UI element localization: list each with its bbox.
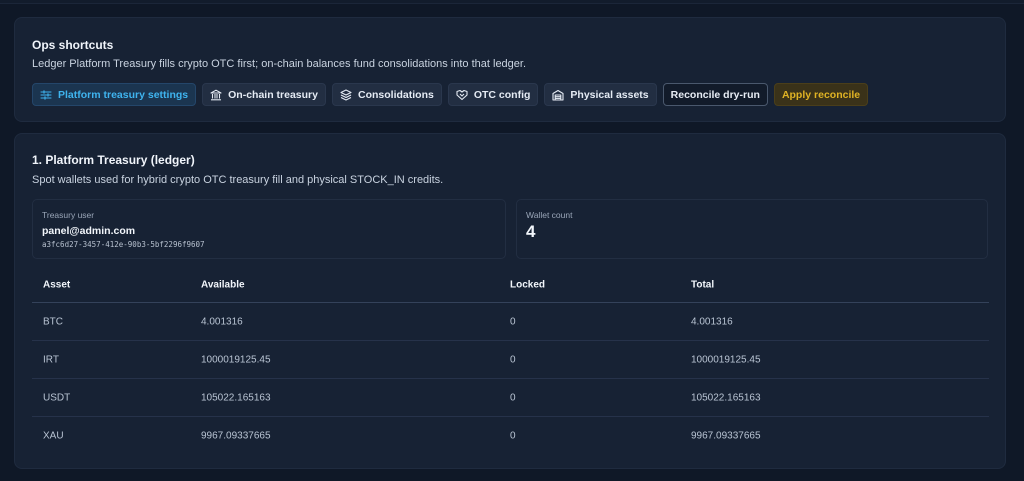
available-cell: 4.001316 [201, 316, 243, 327]
wallet-table: Asset Available Locked Total BTC 4.00131… [32, 267, 989, 455]
total-cell: 4.001316 [691, 316, 733, 327]
reconcile-dry-run-button[interactable]: Reconcile dry-run [662, 83, 768, 106]
total-cell: 105022.165163 [691, 392, 761, 403]
platform-treasury-settings-button[interactable]: Platform treasury settings [32, 83, 197, 106]
wallet-count-panel: Wallet count 4 [516, 199, 988, 259]
treasury-user-id: a3fc6d27-3457-412e-90b3-5bf2296f9607 [42, 240, 205, 249]
locked-cell: 0 [510, 392, 516, 403]
apply-reconcile-label: Apply reconcile [781, 88, 861, 101]
locked-cell: 0 [510, 430, 516, 442]
treasury-user-email: panel@admin.com [42, 225, 136, 237]
locked-cell: 0 [510, 316, 516, 327]
column-header-asset: Asset [43, 279, 71, 290]
otc-config-button[interactable]: OTC config [447, 83, 539, 106]
available-cell: 9967.09337665 [201, 430, 271, 442]
apply-reconcile-button[interactable]: Apply reconcile [773, 83, 869, 106]
column-header-total: Total [691, 279, 715, 290]
consolidations-label: Consolidations [358, 88, 434, 101]
consolidations-button[interactable]: Consolidations [332, 83, 442, 106]
physical-assets-button[interactable]: Physical assets [544, 83, 657, 106]
wallet-count-value: 4 [526, 222, 536, 241]
table-row: BTC 4.001316 0 4.001316 [32, 303, 989, 341]
asset-cell: BTC [43, 316, 63, 327]
table-row: USDT 105022.165163 0 105022.165163 [32, 379, 989, 417]
treasury-user-panel: Treasury user panel@admin.com a3fc6d27-3… [32, 199, 506, 259]
total-cell: 1000019125.45 [691, 354, 761, 365]
wallet-count-label: Wallet count [526, 210, 573, 220]
platform-treasury-card: 1. Platform Treasury (ledger) Spot walle… [14, 133, 1006, 469]
total-cell: 9967.09337665 [691, 430, 761, 442]
platform-treasury-title: 1. Platform Treasury (ledger) [32, 153, 195, 167]
table-row: IRT 1000019125.45 0 1000019125.45 [32, 341, 989, 379]
bank-icon [210, 89, 222, 101]
column-header-available: Available [201, 279, 245, 290]
ops-shortcuts-card: Ops shortcuts Ledger Platform Treasury f… [14, 17, 1006, 122]
locked-cell: 0 [510, 354, 516, 365]
on-chain-treasury-button[interactable]: On-chain treasury [202, 83, 326, 106]
asset-cell: IRT [43, 354, 59, 365]
ops-shortcuts-title: Ops shortcuts [32, 38, 114, 52]
treasury-user-label: Treasury user [42, 210, 95, 220]
on-chain-treasury-label: On-chain treasury [228, 88, 318, 101]
platform-treasury-settings-label: Platform treasury settings [58, 88, 189, 101]
platform-treasury-subtitle: Spot wallets used for hybrid crypto OTC … [32, 174, 444, 186]
layers-icon [340, 88, 352, 101]
available-cell: 105022.165163 [201, 392, 271, 403]
otc-config-label: OTC config [473, 88, 531, 101]
asset-cell: USDT [43, 392, 71, 403]
warehouse-icon [552, 89, 564, 101]
table-row: XAU 9967.09337665 0 9967.09337665 [32, 417, 989, 455]
shortcut-toolbar: Platform treasury settings On-chain trea… [32, 83, 869, 106]
top-bar [0, 0, 1024, 4]
physical-assets-label: Physical assets [570, 88, 649, 101]
table-header: Asset Available Locked Total [32, 267, 989, 303]
asset-cell: XAU [43, 430, 64, 442]
column-header-locked: Locked [510, 279, 546, 290]
handshake-icon [456, 89, 468, 101]
available-cell: 1000019125.45 [201, 354, 271, 365]
sliders-icon [40, 89, 52, 101]
ops-shortcuts-subtitle: Ledger Platform Treasury fills crypto OT… [32, 58, 527, 70]
reconcile-dry-run-label: Reconcile dry-run [670, 88, 760, 101]
